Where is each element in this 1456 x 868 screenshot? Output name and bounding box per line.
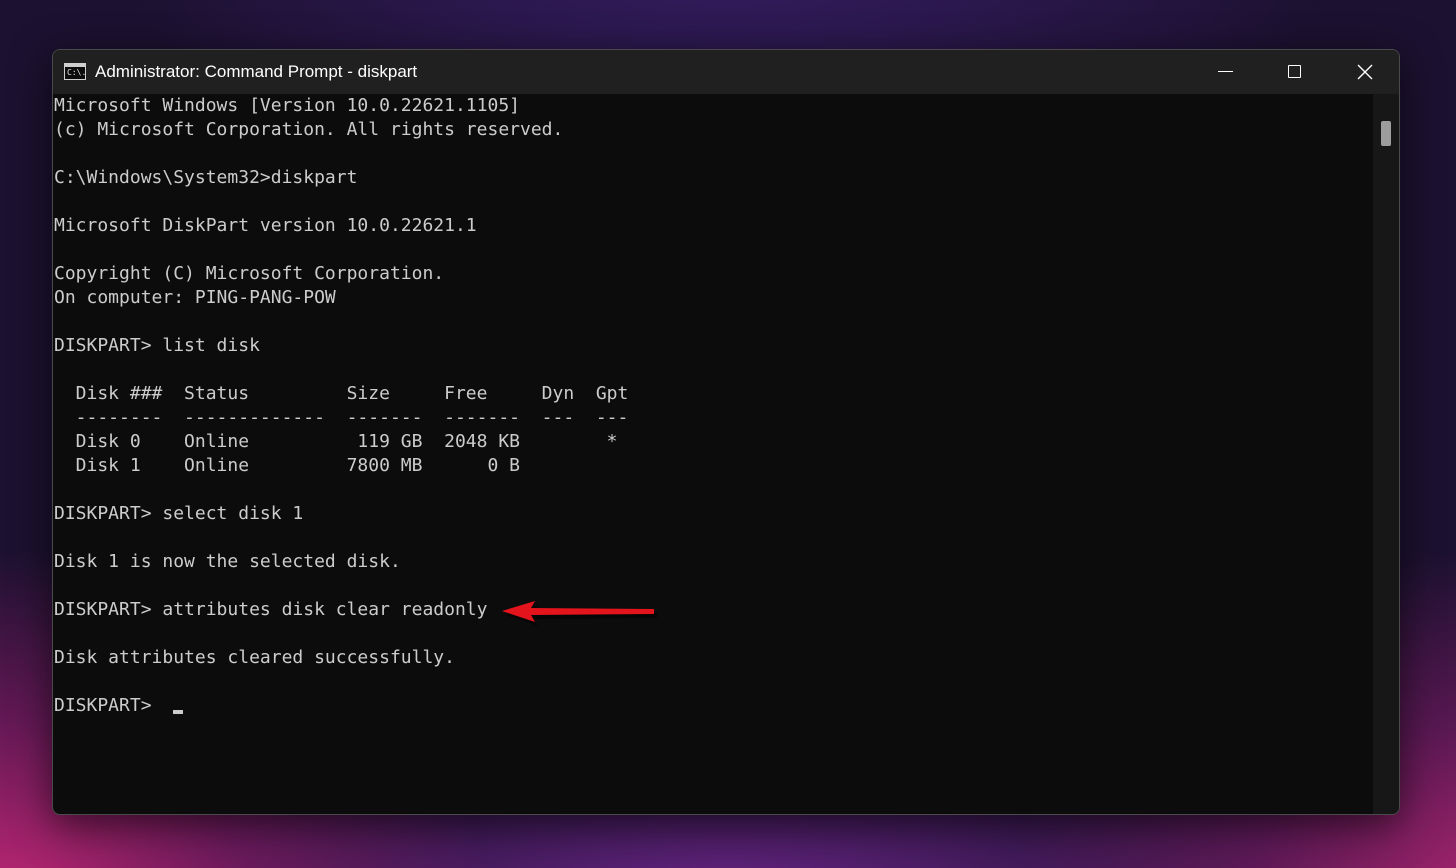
- console-output[interactable]: Microsoft Windows [Version 10.0.22621.11…: [53, 94, 1373, 814]
- prompt-text: DISKPART>: [54, 695, 163, 716]
- minimize-button[interactable]: [1190, 50, 1260, 94]
- command-prompt-line[interactable]: DISKPART>: [54, 694, 184, 718]
- cmd-icon[interactable]: C:\.: [64, 63, 86, 80]
- console-line: (c) Microsoft Corporation. All rights re…: [54, 119, 564, 140]
- highlighted-command: DISKPART> attributes disk clear readonly: [54, 599, 488, 620]
- console-line: Disk 1 is now the selected disk.: [54, 551, 401, 572]
- close-icon: [1357, 64, 1373, 80]
- command-prompt-window: C:\. Administrator: Command Prompt - dis…: [52, 49, 1400, 815]
- scrollbar-thumb[interactable]: [1381, 121, 1391, 146]
- disk-table-row: Disk 0 Online 119 GB 2048 KB *: [54, 431, 618, 452]
- console-line: DISKPART> select disk 1: [54, 503, 304, 524]
- red-arrow-icon: [502, 601, 657, 626]
- cmd-icon-glyph: C:\.: [67, 68, 87, 77]
- console-line: Microsoft Windows [Version 10.0.22621.11…: [54, 95, 520, 116]
- window-title: Administrator: Command Prompt - diskpart: [95, 62, 418, 81]
- console-line: C:\Windows\System32>diskpart: [54, 167, 358, 188]
- vertical-scrollbar[interactable]: [1373, 94, 1399, 814]
- close-button[interactable]: [1330, 50, 1399, 94]
- console-line: DISKPART> list disk: [54, 335, 260, 356]
- minimize-icon: [1218, 71, 1233, 72]
- console-line: Disk attributes cleared successfully.: [54, 647, 455, 668]
- text-cursor: [173, 710, 184, 714]
- disk-table-header: Disk ### Status Size Free Dyn Gpt: [54, 383, 629, 404]
- disk-table-separator: -------- ------------- ------- ------- -…: [54, 407, 629, 428]
- disk-table-row: Disk 1 Online 7800 MB 0 B: [54, 455, 520, 476]
- maximize-icon: [1288, 65, 1301, 78]
- title-bar[interactable]: C:\. Administrator: Command Prompt - dis…: [53, 50, 1399, 94]
- console-line: Copyright (C) Microsoft Corporation.: [54, 263, 445, 284]
- console-line: Microsoft DiskPart version 10.0.22621.1: [54, 215, 477, 236]
- console-line: On computer: PING-PANG-POW: [54, 287, 336, 308]
- maximize-button[interactable]: [1260, 50, 1330, 94]
